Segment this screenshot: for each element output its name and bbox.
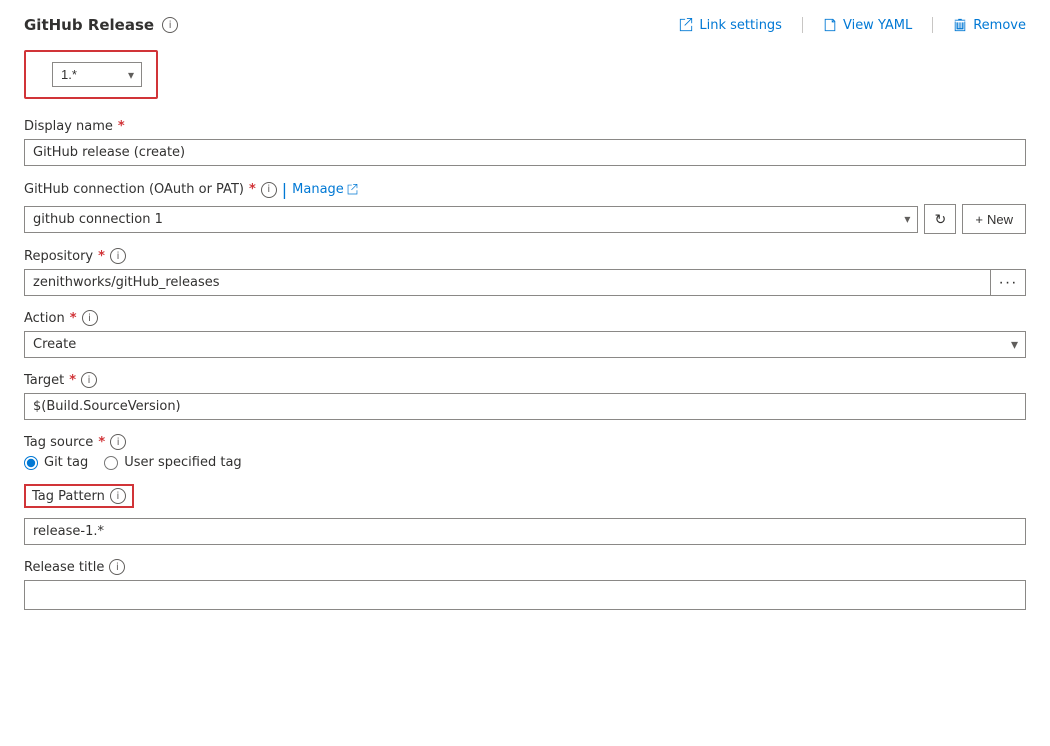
connection-select-wrapper: github connection 1 bbox=[24, 206, 918, 233]
task-version-box: 1.* 0.* bbox=[24, 50, 158, 99]
git-tag-option[interactable]: Git tag bbox=[24, 455, 88, 470]
display-name-label: Display name * bbox=[24, 119, 1026, 134]
tag-pattern-info-icon[interactable]: i bbox=[110, 488, 126, 504]
repo-required-star: * bbox=[98, 249, 105, 264]
target-group: Target * i bbox=[24, 372, 1026, 420]
target-input[interactable] bbox=[24, 393, 1026, 420]
repository-label: Repository * i bbox=[24, 248, 1026, 264]
repository-input-row: ··· bbox=[24, 269, 1026, 296]
trash-icon bbox=[953, 18, 967, 32]
required-star: * bbox=[118, 119, 125, 134]
header-right: Link settings View YAML Remove bbox=[679, 17, 1026, 33]
release-title-input[interactable] bbox=[24, 580, 1026, 610]
git-tag-label: Git tag bbox=[44, 455, 88, 470]
title-info-icon[interactable]: i bbox=[162, 17, 178, 33]
link-settings-action[interactable]: Link settings bbox=[679, 18, 782, 33]
target-info-icon[interactable]: i bbox=[81, 372, 97, 388]
repository-info-icon[interactable]: i bbox=[110, 248, 126, 264]
header-left: GitHub Release i bbox=[24, 16, 178, 34]
page-title: GitHub Release bbox=[24, 16, 154, 34]
git-tag-radio[interactable] bbox=[24, 456, 38, 470]
tag-pattern-input[interactable] bbox=[24, 518, 1026, 545]
plus-icon: + bbox=[975, 212, 983, 227]
release-title-group: Release title i bbox=[24, 559, 1026, 610]
target-required-star: * bbox=[69, 373, 76, 388]
tag-source-radio-group: Git tag User specified tag bbox=[24, 455, 1026, 470]
display-name-input[interactable] bbox=[24, 139, 1026, 166]
refresh-connection-button[interactable]: ↻ bbox=[924, 204, 956, 234]
page-header: GitHub Release i Link settings View YAML bbox=[24, 16, 1026, 34]
yaml-icon bbox=[823, 18, 837, 32]
display-name-group: Display name * bbox=[24, 119, 1026, 166]
user-specified-label: User specified tag bbox=[124, 455, 241, 470]
github-connection-group: GitHub connection (OAuth or PAT) * i | M… bbox=[24, 180, 1026, 234]
task-version-select[interactable]: 1.* 0.* bbox=[52, 62, 142, 87]
release-title-label: Release title i bbox=[24, 559, 1026, 575]
repository-input[interactable] bbox=[24, 269, 990, 296]
tag-pattern-label-box: Tag Pattern i bbox=[24, 484, 134, 508]
external-link-icon bbox=[347, 184, 358, 195]
header-divider-2 bbox=[932, 17, 933, 33]
repository-ellipsis-button[interactable]: ··· bbox=[990, 269, 1026, 296]
header-divider bbox=[802, 17, 803, 33]
tag-source-group: Tag source * i Git tag User specified ta… bbox=[24, 434, 1026, 470]
repository-group: Repository * i ··· bbox=[24, 248, 1026, 296]
action-group: Action * i Create Edit Delete Discard bbox=[24, 310, 1026, 358]
tag-source-info-icon[interactable]: i bbox=[110, 434, 126, 450]
action-info-icon[interactable]: i bbox=[82, 310, 98, 326]
github-connection-select[interactable]: github connection 1 bbox=[24, 206, 918, 233]
remove-action[interactable]: Remove bbox=[953, 18, 1026, 33]
connection-input-row: github connection 1 ↻ + New bbox=[24, 204, 1026, 234]
action-required-star: * bbox=[70, 311, 77, 326]
link-icon bbox=[679, 18, 693, 32]
tag-pattern-group: Tag Pattern i bbox=[24, 484, 1026, 545]
task-version-select-wrapper: 1.* 0.* bbox=[52, 62, 142, 87]
action-label: Action * i bbox=[24, 310, 1026, 326]
connection-info-icon[interactable]: i bbox=[261, 182, 277, 198]
tag-source-label: Tag source * i bbox=[24, 434, 1026, 450]
release-title-info-icon[interactable]: i bbox=[109, 559, 125, 575]
user-specified-radio[interactable] bbox=[104, 456, 118, 470]
new-connection-button[interactable]: + New bbox=[962, 204, 1026, 234]
view-yaml-action[interactable]: View YAML bbox=[823, 18, 912, 33]
connection-label-row: GitHub connection (OAuth or PAT) * i | M… bbox=[24, 180, 1026, 199]
user-specified-tag-option[interactable]: User specified tag bbox=[104, 455, 241, 470]
pipe-divider: | bbox=[282, 180, 287, 199]
manage-link[interactable]: Manage bbox=[292, 182, 358, 197]
target-label: Target * i bbox=[24, 372, 1026, 388]
connection-required-star: * bbox=[249, 182, 256, 197]
action-select[interactable]: Create Edit Delete Discard bbox=[24, 331, 1026, 358]
action-select-wrapper: Create Edit Delete Discard bbox=[24, 331, 1026, 358]
tag-source-required-star: * bbox=[98, 435, 105, 450]
